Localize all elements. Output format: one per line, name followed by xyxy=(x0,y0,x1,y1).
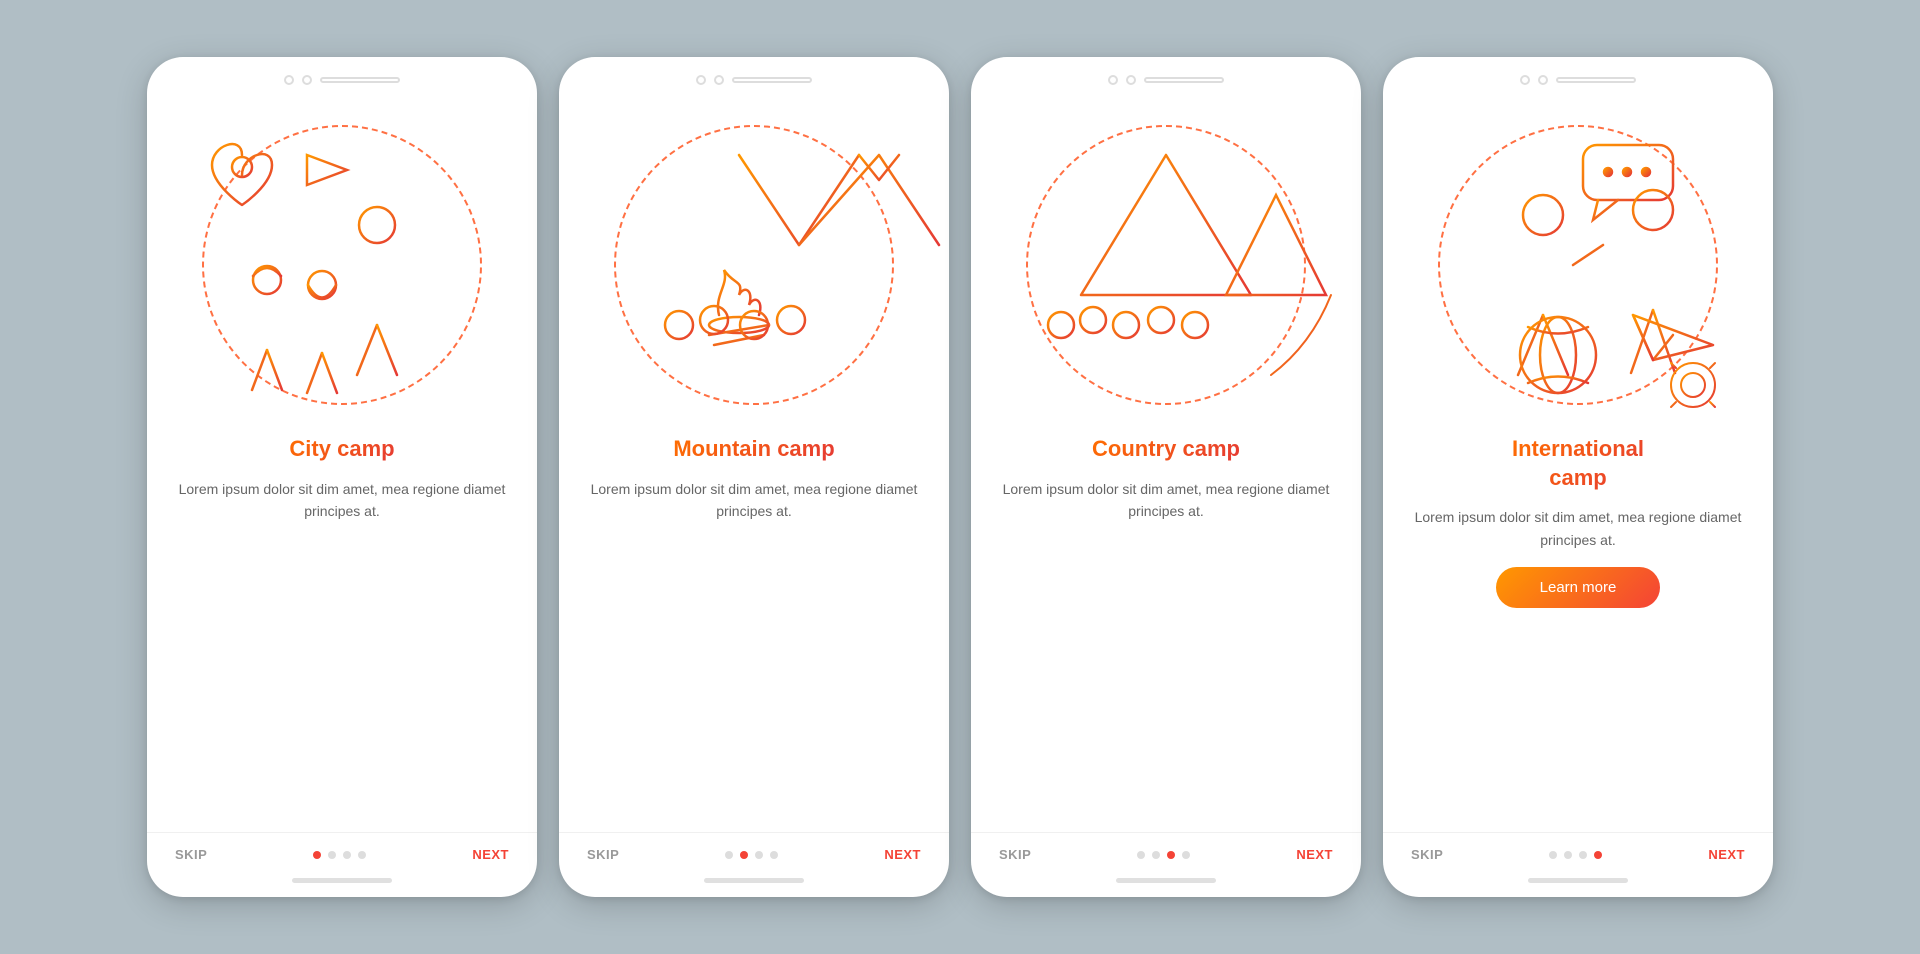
bottom-handle-3 xyxy=(971,870,1361,897)
next-button-1[interactable]: NEXT xyxy=(472,847,509,862)
dot-4-4 xyxy=(1594,851,1602,859)
notch-line xyxy=(320,77,400,83)
skip-button-1[interactable]: SKIP xyxy=(175,847,207,862)
international-camp-bottom-nav: SKIP NEXT xyxy=(1383,832,1773,870)
dot-1-1 xyxy=(313,851,321,859)
mountain-camp-card: Mountain camp Lorem ipsum dolor sit dim … xyxy=(559,57,949,897)
country-camp-text-area: Country camp Lorem ipsum dolor sit dim a… xyxy=(971,435,1361,832)
handle-bar-4 xyxy=(1528,878,1628,883)
notch-line xyxy=(732,77,812,83)
notch-circle xyxy=(1520,75,1530,85)
international-camp-text-area: International camp Lorem ipsum dolor sit… xyxy=(1383,435,1773,832)
dot-3-3 xyxy=(1167,851,1175,859)
dot-1-2 xyxy=(328,851,336,859)
mountain-camp-illustration xyxy=(559,95,949,435)
international-camp-card: International camp Lorem ipsum dolor sit… xyxy=(1383,57,1773,897)
notch-line xyxy=(1556,77,1636,83)
dot-3-4 xyxy=(1182,851,1190,859)
country-camp-card: Country camp Lorem ipsum dolor sit dim a… xyxy=(971,57,1361,897)
dot-3-1 xyxy=(1137,851,1145,859)
country-camp-bottom-nav: SKIP NEXT xyxy=(971,832,1361,870)
dot-2-4 xyxy=(770,851,778,859)
screens-container: City camp Lorem ipsum dolor sit dim amet… xyxy=(107,17,1813,937)
mountain-camp-bottom-nav: SKIP NEXT xyxy=(559,832,949,870)
city-camp-bottom-nav: SKIP NEXT xyxy=(147,832,537,870)
notch-circle xyxy=(284,75,294,85)
notch-circle xyxy=(1108,75,1118,85)
mountain-camp-text-area: Mountain camp Lorem ipsum dolor sit dim … xyxy=(559,435,949,832)
next-button-3[interactable]: NEXT xyxy=(1296,847,1333,862)
dot-1-3 xyxy=(343,851,351,859)
handle-bar-3 xyxy=(1116,878,1216,883)
dots-2 xyxy=(725,851,778,859)
mountain-camp-description: Lorem ipsum dolor sit dim amet, mea regi… xyxy=(587,478,921,523)
handle-bar-1 xyxy=(292,878,392,883)
phone-top-bar-4 xyxy=(1383,57,1773,95)
country-camp-description: Lorem ipsum dolor sit dim amet, mea regi… xyxy=(999,478,1333,523)
dots-1 xyxy=(313,851,366,859)
country-camp-illustration xyxy=(971,95,1361,435)
notch-circle xyxy=(1538,75,1548,85)
skip-button-2[interactable]: SKIP xyxy=(587,847,619,862)
international-camp-title: International camp xyxy=(1512,435,1644,492)
city-camp-title: City camp xyxy=(289,435,394,464)
dot-1-4 xyxy=(358,851,366,859)
notch-line xyxy=(1144,77,1224,83)
handle-bar-2 xyxy=(704,878,804,883)
dot-2-1 xyxy=(725,851,733,859)
dot-2-2 xyxy=(740,851,748,859)
learn-more-button[interactable]: Learn more xyxy=(1496,567,1661,608)
next-button-2[interactable]: NEXT xyxy=(884,847,921,862)
phone-top-bar-2 xyxy=(559,57,949,95)
dots-4 xyxy=(1549,851,1602,859)
dot-2-3 xyxy=(755,851,763,859)
dot-4-3 xyxy=(1579,851,1587,859)
phone-top-bar-3 xyxy=(971,57,1361,95)
dots-3 xyxy=(1137,851,1190,859)
dot-3-2 xyxy=(1152,851,1160,859)
skip-button-3[interactable]: SKIP xyxy=(999,847,1031,862)
notch-circle xyxy=(714,75,724,85)
skip-button-4[interactable]: SKIP xyxy=(1411,847,1443,862)
country-camp-title: Country camp xyxy=(1092,435,1240,464)
bottom-handle-1 xyxy=(147,870,537,897)
city-camp-text-area: City camp Lorem ipsum dolor sit dim amet… xyxy=(147,435,537,832)
international-camp-description: Lorem ipsum dolor sit dim amet, mea regi… xyxy=(1411,506,1745,551)
notch-circle xyxy=(302,75,312,85)
notch-circle xyxy=(1126,75,1136,85)
notch-circle xyxy=(696,75,706,85)
city-camp-description: Lorem ipsum dolor sit dim amet, mea regi… xyxy=(175,478,509,523)
phone-top-bar-1 xyxy=(147,57,537,95)
international-camp-illustration xyxy=(1383,95,1773,435)
dot-4-2 xyxy=(1564,851,1572,859)
dot-4-1 xyxy=(1549,851,1557,859)
bottom-handle-2 xyxy=(559,870,949,897)
next-button-4[interactable]: NEXT xyxy=(1708,847,1745,862)
city-camp-illustration xyxy=(147,95,537,435)
city-camp-card: City camp Lorem ipsum dolor sit dim amet… xyxy=(147,57,537,897)
bottom-handle-4 xyxy=(1383,870,1773,897)
mountain-camp-title: Mountain camp xyxy=(673,435,834,464)
